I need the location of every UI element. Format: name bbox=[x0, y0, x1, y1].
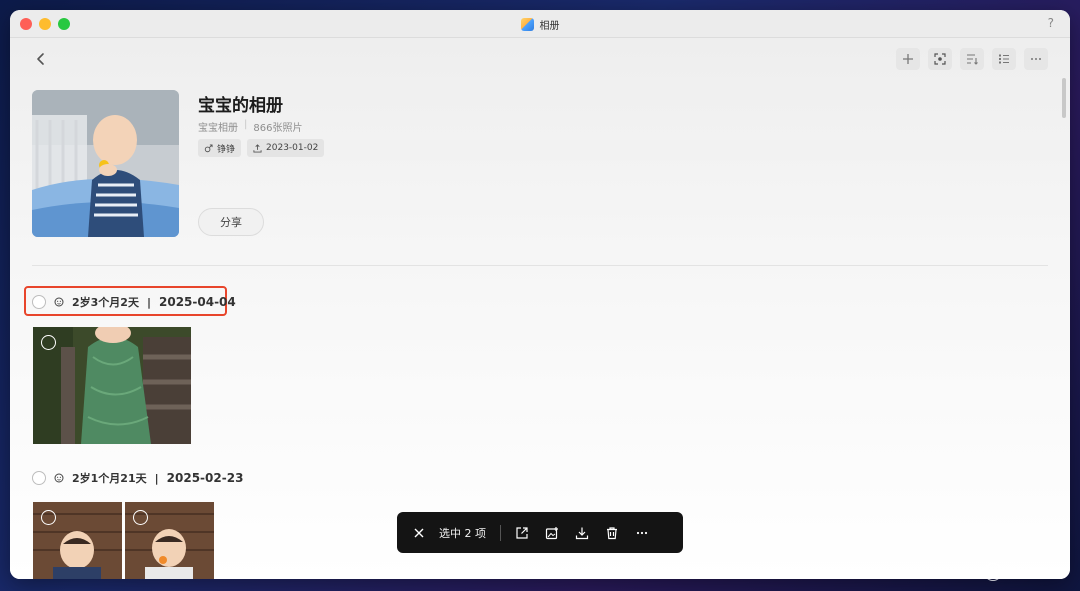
group-age: 2岁3个月2天 bbox=[72, 296, 139, 309]
group-select-checkbox[interactable] bbox=[32, 295, 46, 309]
more-options-button[interactable] bbox=[1024, 48, 1048, 70]
add-to-album-icon bbox=[545, 526, 558, 539]
album-content: 宝宝的相册 宝宝相册 | 866张照片 铮铮 2023-01-02 分享 2岁3… bbox=[10, 38, 1070, 579]
share-button[interactable]: 分享 bbox=[198, 208, 264, 236]
album-type: 宝宝相册 bbox=[198, 123, 238, 134]
baby-face-icon bbox=[54, 297, 64, 307]
watermark-text: 什么值得买 bbox=[1005, 565, 1066, 580]
title-bar: 相册 ? bbox=[10, 10, 1070, 38]
baby-towel-photo bbox=[33, 327, 191, 444]
more-icon bbox=[1031, 58, 1041, 60]
sort-button[interactable] bbox=[960, 48, 984, 70]
created-date-tag: 2023-01-02 bbox=[247, 139, 325, 157]
watermark-logo-icon: 值 bbox=[983, 563, 1002, 581]
add-icon bbox=[903, 54, 913, 64]
member-tag-label: 铮铮 bbox=[217, 144, 236, 155]
album-title: 宝宝的相册 bbox=[198, 96, 283, 116]
group-separator: | bbox=[154, 471, 159, 485]
more-actions-button[interactable] bbox=[635, 526, 649, 540]
share-selected-button[interactable] bbox=[515, 526, 529, 540]
window-title-group: 相册 bbox=[10, 10, 1070, 38]
delete-icon bbox=[607, 526, 617, 539]
list-view-icon bbox=[999, 54, 1009, 64]
photo-thumbnail[interactable] bbox=[33, 502, 122, 579]
photos-app-icon bbox=[520, 17, 534, 31]
group-age: 2岁1个月21天 bbox=[72, 472, 147, 485]
action-bar-separator bbox=[500, 524, 501, 541]
member-tag[interactable]: 铮铮 bbox=[198, 139, 242, 157]
album-tags: 铮铮 2023-01-02 bbox=[198, 139, 325, 157]
close-selection-icon[interactable] bbox=[413, 527, 425, 539]
male-icon bbox=[204, 143, 213, 152]
selection-action-bar: 选中 2 项 bbox=[397, 512, 683, 553]
album-cover-photo bbox=[32, 90, 179, 237]
list-view-button[interactable] bbox=[992, 48, 1016, 70]
photo-count: 866张照片 bbox=[253, 123, 303, 134]
photo-select-circle[interactable] bbox=[133, 510, 148, 525]
group-separator: | bbox=[146, 295, 151, 309]
back-icon[interactable] bbox=[34, 52, 48, 66]
baby-face-icon bbox=[54, 473, 64, 483]
group-date: 2025-02-23 bbox=[166, 471, 244, 485]
app-window: 相册 ? 宝宝的相册 宝宝相册 | 866张照片 铮铮 2023-01-02 分… bbox=[10, 10, 1070, 579]
photo-select-circle[interactable] bbox=[41, 510, 56, 525]
scrollbar-thumb[interactable] bbox=[1062, 78, 1066, 118]
calendar-upload-icon bbox=[253, 143, 262, 153]
delete-selected-button[interactable] bbox=[605, 526, 619, 540]
photo-thumbnail[interactable] bbox=[125, 502, 214, 579]
group-date: 2025-04-04 bbox=[159, 295, 236, 309]
date-group-header: 2岁1个月21天 | 2025-02-23 bbox=[32, 470, 243, 486]
created-date-label: 2023-01-02 bbox=[266, 143, 319, 153]
album-toolbar bbox=[896, 48, 1048, 70]
photo-thumbnail[interactable] bbox=[33, 327, 191, 444]
help-icon[interactable]: ? bbox=[1048, 16, 1054, 30]
add-to-album-button[interactable] bbox=[545, 526, 559, 540]
watermark: 值 什么值得买 bbox=[983, 563, 1066, 581]
subtitle-separator: | bbox=[244, 119, 248, 130]
download-icon bbox=[575, 527, 589, 539]
selection-count-label: 选中 2 项 bbox=[439, 526, 486, 540]
scan-face-button[interactable] bbox=[928, 48, 952, 70]
photo-select-circle[interactable] bbox=[41, 335, 56, 350]
share-icon bbox=[516, 526, 528, 539]
download-selected-button[interactable] bbox=[575, 526, 589, 540]
header-divider bbox=[32, 265, 1048, 266]
album-subtitle: 宝宝相册 | 866张照片 bbox=[198, 119, 302, 134]
date-group-header: 2岁3个月2天 | 2025-04-04 bbox=[32, 294, 236, 310]
scan-face-icon bbox=[934, 53, 946, 65]
window-title: 相册 bbox=[539, 20, 560, 32]
baby-cover-illustration bbox=[32, 90, 179, 237]
more-icon bbox=[636, 531, 648, 534]
sort-icon bbox=[967, 54, 978, 65]
group-select-checkbox[interactable] bbox=[32, 471, 46, 485]
add-button[interactable] bbox=[896, 48, 920, 70]
